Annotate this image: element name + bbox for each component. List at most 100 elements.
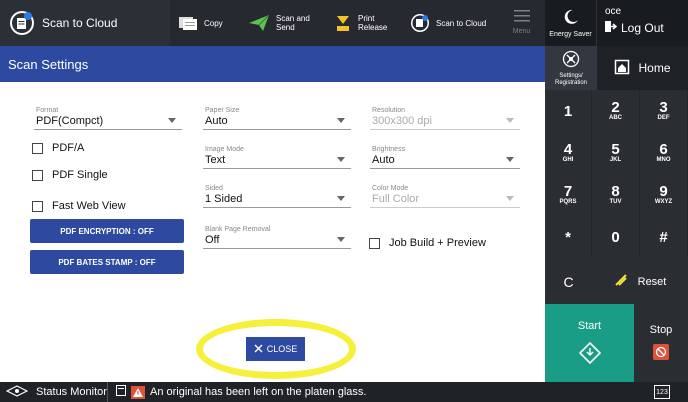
resolution-value: 300x300 dpi (372, 115, 432, 127)
reset-label: Reset (637, 275, 667, 288)
checkbox-box (32, 169, 43, 181)
blank-page-removal-select[interactable]: Blank Page Removal Off (203, 226, 351, 249)
sided-select[interactable]: Sided 1 Sided (203, 185, 351, 208)
counter-button[interactable]: 123 (654, 385, 670, 399)
key-letters: ABC (609, 115, 622, 121)
tab-scan-to-cloud[interactable]: Scan to Cloud (0, 0, 170, 46)
tab-label: Scan and Send (276, 14, 310, 32)
reset-icon (614, 273, 628, 292)
screen: Scan to Cloud Copy Scan and Send Print R… (0, 0, 688, 402)
blank-page-removal-value: Off (205, 234, 220, 246)
scan-cloud-icon (410, 13, 430, 33)
energy-saver-label: Energy Saver (549, 30, 592, 38)
settings-registration-button[interactable]: Settings/ Registration (545, 46, 597, 90)
color-mode-value: Full Color (372, 193, 420, 205)
pdfa-checkbox[interactable]: PDF/A (32, 142, 84, 154)
close-button[interactable]: CLOSE (246, 337, 305, 361)
printer-icon (116, 385, 126, 399)
user-name: oce (605, 6, 622, 17)
blank-page-removal-label: Blank Page Removal (205, 226, 271, 233)
brightness-select[interactable]: Brightness Auto (370, 146, 520, 169)
logout-icon (605, 21, 618, 35)
key-8[interactable]: 8 TUV (592, 174, 640, 216)
start-button[interactable]: Start (545, 304, 634, 382)
format-select[interactable]: Format PDF(Compct) (34, 107, 182, 130)
status-monitor-button[interactable]: Status Monitor (0, 382, 108, 402)
key-6[interactable]: 6 MNO (640, 132, 688, 174)
key-letters: JKL (609, 157, 622, 163)
key-digit: 5 (611, 141, 620, 158)
top-right-area: Energy Saver oce Log Out (545, 0, 688, 46)
chevron-down-icon (337, 157, 345, 162)
key-5[interactable]: 5 JKL (592, 132, 640, 174)
image-mode-select[interactable]: Image Mode Text (203, 146, 351, 169)
scan-cloud-icon (8, 9, 36, 37)
format-label: Format (36, 107, 59, 114)
stop-button[interactable]: Stop (634, 304, 688, 382)
energy-saver-button[interactable]: Energy Saver (545, 0, 597, 46)
tab-scan-to-cloud-2[interactable]: Scan to Cloud (408, 0, 498, 46)
key-hash[interactable]: # (640, 216, 688, 258)
key-9[interactable]: 9 WXYZ (640, 174, 688, 216)
key-digit: # (659, 228, 668, 246)
menu-label: Menu (512, 28, 531, 35)
pdf-bates-stamp-button[interactable]: PDF BATES STAMP : OFF (30, 250, 184, 274)
job-build-preview-checkbox[interactable]: Job Build + Preview (369, 237, 486, 249)
key-star[interactable]: * (545, 216, 592, 258)
pdf-encryption-button[interactable]: PDF ENCRYPTION : OFF (30, 219, 184, 243)
key-digit: 8 (611, 183, 620, 200)
clear-key[interactable]: C (545, 260, 592, 304)
key-digit: 1 (563, 102, 573, 120)
key-digit: * (565, 228, 571, 246)
key-2[interactable]: 2 ABC (592, 90, 640, 132)
checkbox-box (32, 200, 43, 212)
moon-icon (563, 9, 579, 27)
sided-label: Sided (205, 185, 223, 192)
paper-size-select[interactable]: Paper Size Auto (203, 107, 351, 130)
key-0[interactable]: 0 (592, 216, 640, 258)
key-1[interactable]: 1 (545, 90, 592, 132)
key-3[interactable]: 3 DEF (640, 90, 688, 132)
chevron-down-icon (337, 196, 345, 201)
chevron-down-icon (506, 157, 514, 162)
tab-label: Copy (204, 18, 223, 28)
format-value: PDF(Compct) (36, 115, 104, 127)
tab-copy[interactable]: Copy (170, 0, 242, 46)
close-icon (254, 344, 263, 355)
stop-label: Stop (649, 323, 673, 336)
status-monitor-icon (5, 384, 29, 400)
home-button[interactable]: Home (597, 46, 688, 90)
top-bar: Scan to Cloud Copy Scan and Send Print R… (0, 0, 545, 46)
key-letters: MNO (656, 157, 671, 163)
tab-scan-and-send[interactable]: Scan and Send (242, 0, 328, 46)
status-message: An original has been left on the platen … (150, 386, 367, 398)
image-mode-label: Image Mode (205, 146, 244, 153)
chevron-down-icon (506, 118, 514, 123)
reset-button[interactable]: Reset (592, 260, 688, 304)
job-build-preview-label: Job Build + Preview (389, 237, 486, 249)
key-4[interactable]: 4 GHI (545, 132, 592, 174)
tab-print-release[interactable]: Print Release (328, 0, 408, 46)
key-letters: WXYZ (654, 199, 673, 205)
home-icon (614, 59, 630, 78)
logout-label: Log Out (621, 21, 664, 35)
logout-button[interactable]: Log Out (605, 21, 680, 35)
key-letters: TUV (609, 199, 622, 205)
key-7[interactable]: 7 PQRS (545, 174, 592, 216)
fast-web-view-checkbox[interactable]: Fast Web View (32, 200, 126, 212)
pdf-single-checkbox[interactable]: PDF Single (32, 169, 108, 181)
menu-icon (513, 10, 530, 25)
key-letters: GHI (562, 157, 574, 163)
key-digit: 3 (659, 99, 668, 116)
sided-value: 1 Sided (205, 193, 243, 205)
right-panel: Settings/ Registration Home 1 2 ABC 3 DEF 4 GH… (545, 46, 688, 382)
menu-button[interactable]: Menu (498, 0, 545, 46)
color-mode-label: Color Mode (372, 185, 409, 192)
key-letters: PQRS (559, 199, 577, 205)
status-bar: Status Monitor An original has been left… (0, 382, 688, 402)
chevron-down-icon (337, 118, 345, 123)
paper-plane-icon (248, 14, 270, 32)
tab-label: Scan to Cloud (42, 15, 118, 30)
pdfa-label: PDF/A (52, 142, 85, 154)
fast-web-view-label: Fast Web View (52, 200, 126, 212)
